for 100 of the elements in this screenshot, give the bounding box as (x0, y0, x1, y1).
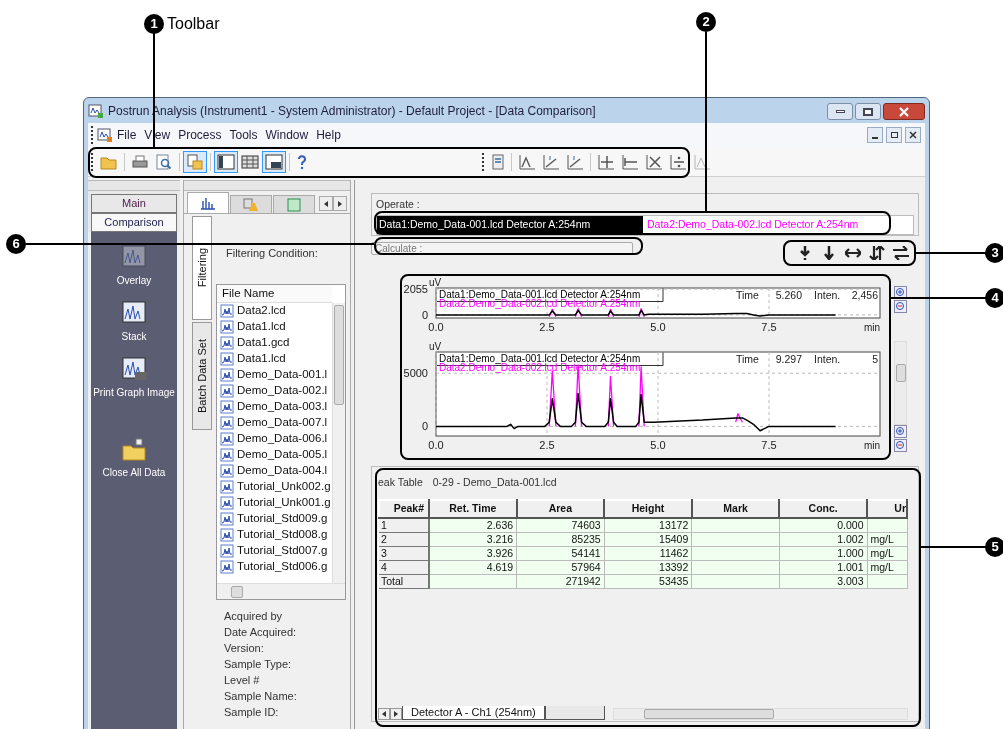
sheet-tab[interactable] (544, 705, 605, 720)
file-row[interactable]: Data1.gcd (217, 335, 332, 351)
chromatogram-file-icon (220, 336, 234, 350)
zoom-in-icon[interactable] (894, 285, 907, 299)
zoom-out-icon[interactable] (894, 299, 907, 313)
column-header[interactable]: Ret. Time (429, 499, 517, 518)
column-header[interactable]: Ur (867, 499, 907, 518)
chromatogram-file-icon (220, 496, 234, 510)
axis-tick-label: 2055 (403, 282, 428, 295)
vertical-scrollbar[interactable] (894, 340, 907, 425)
cursor-value: 9.297 (775, 352, 802, 365)
folder-icon (120, 436, 148, 462)
chromatogram-file-icon (220, 320, 234, 334)
remove-peak-icon (621, 153, 639, 170)
table-icon (241, 153, 259, 170)
file-row[interactable]: Tutorial_Std007.g (217, 543, 332, 559)
assistant-item[interactable]: Close All Data (102, 436, 166, 480)
axis-tick-label: 5.0 (650, 438, 666, 451)
vertical-scrollbar[interactable] (332, 303, 345, 583)
property-label: Sample ID: (224, 705, 280, 720)
column-header[interactable]: Peak# (379, 499, 429, 518)
chromatogram-file-icon (220, 352, 234, 366)
scroll-left-button[interactable] (319, 196, 333, 211)
file-row[interactable]: Demo_Data-007.l (217, 415, 332, 431)
file-row[interactable]: Tutorial_Unk002.g (217, 479, 332, 495)
chromatogram-file-icon (220, 432, 234, 446)
sheet-scroll-left-button[interactable] (378, 707, 390, 720)
mdi-minimize-button[interactable] (867, 127, 883, 143)
explorer-tab[interactable] (187, 192, 229, 213)
chromatogram-file-icon (220, 512, 234, 526)
callout-number: 3 (985, 243, 1003, 263)
left-right-arrow-icon[interactable] (845, 245, 861, 260)
column-header[interactable]: Area (516, 499, 605, 518)
peak-icon (518, 153, 536, 170)
property-label: Date Acquired: (224, 625, 298, 640)
axis-tick-label: 2.5 (539, 320, 555, 333)
file-row[interactable]: Data1.lcd (217, 319, 332, 335)
callout-label: Toolbar (167, 14, 220, 34)
chart-icon (120, 356, 148, 382)
mode-button[interactable]: Comparison (91, 213, 177, 232)
table-title: eak Table (378, 474, 423, 490)
chromatogram-file-icon (220, 448, 234, 462)
menu-item[interactable]: Process (174, 126, 226, 144)
toolbar-button[interactable] (214, 150, 238, 173)
push-down-icon[interactable] (797, 245, 813, 260)
menu-item[interactable]: Help (312, 126, 345, 144)
sheet-tab[interactable]: Detector A - Ch1 (254nm) (402, 705, 545, 720)
mode-button[interactable]: Main (91, 194, 177, 213)
chromatogram-file-icon (220, 416, 234, 430)
file-row[interactable]: Data2.lcd (217, 303, 332, 319)
chromatogram-file-icon (220, 304, 234, 318)
divide-icon (669, 153, 687, 170)
horizontal-scrollbar[interactable] (217, 583, 345, 599)
vertical-tab[interactable]: Filtering (192, 216, 212, 320)
scroll-right-button[interactable] (333, 196, 347, 211)
file-row[interactable]: Demo_Data-006.l (217, 431, 332, 447)
chart-icon (120, 244, 148, 270)
panel-icon (217, 153, 235, 170)
file-row[interactable]: Tutorial_Std009.g (217, 511, 332, 527)
file-row[interactable]: Demo_Data-004.l (217, 463, 332, 479)
file-row[interactable]: Demo_Data-005.l (217, 447, 332, 463)
sheet-scroll-right-button[interactable] (390, 707, 402, 720)
close-icon (909, 131, 917, 139)
file-row[interactable]: Tutorial_Unk001.g (217, 495, 332, 511)
auto-integration-icon (693, 153, 711, 170)
file-row[interactable]: Data1.lcd (217, 351, 332, 367)
close-button[interactable] (883, 103, 925, 120)
mdi-close-button[interactable] (905, 127, 921, 143)
toolbar-button[interactable] (262, 150, 286, 173)
column-header[interactable]: Height (604, 499, 692, 518)
assistant-item[interactable]: Stack (120, 300, 148, 344)
file-row[interactable]: Demo_Data-002.l (217, 383, 332, 399)
horizontal-scrollbar[interactable] (612, 707, 908, 720)
column-header[interactable]: File Name (217, 285, 332, 303)
cursor-value: 5 (872, 352, 878, 365)
menu-item[interactable]: Window (261, 126, 313, 144)
cursor-label: Time (736, 352, 759, 365)
menu-item[interactable]: Tools (225, 126, 262, 144)
assistant-item[interactable]: Print Graph Image (93, 356, 175, 400)
up-down-arrows-icon[interactable] (869, 245, 885, 260)
chromatogram-file-icon (220, 368, 234, 382)
minimize-button[interactable] (827, 103, 853, 120)
swap-icon[interactable] (893, 245, 909, 260)
callout-number: 1 (144, 14, 164, 34)
axis-unit-label: uV (429, 340, 442, 352)
cursor-value: 5.260 (775, 288, 802, 301)
column-header[interactable]: Conc. (779, 499, 867, 518)
file-row[interactable]: Demo_Data-001.l (217, 367, 332, 383)
vertical-tab[interactable]: Batch Data Set (192, 322, 212, 430)
file-row[interactable]: Tutorial_Std008.g (217, 527, 332, 543)
mdi-restore-button[interactable] (886, 127, 902, 143)
file-row[interactable]: Tutorial_Std006.g (217, 559, 332, 575)
zoom-out-icon[interactable] (894, 438, 907, 452)
data-tab[interactable]: Data1:Demo_Data-001.lcd Detector A:254nm (377, 215, 643, 234)
menu-item[interactable]: File (113, 126, 141, 144)
file-row[interactable]: Demo_Data-003.l (217, 399, 332, 415)
axis-unit-label: uV (429, 277, 442, 288)
down-arrow-icon[interactable] (821, 245, 837, 260)
column-header[interactable]: Mark (691, 499, 780, 518)
maximize-button[interactable] (855, 103, 881, 120)
